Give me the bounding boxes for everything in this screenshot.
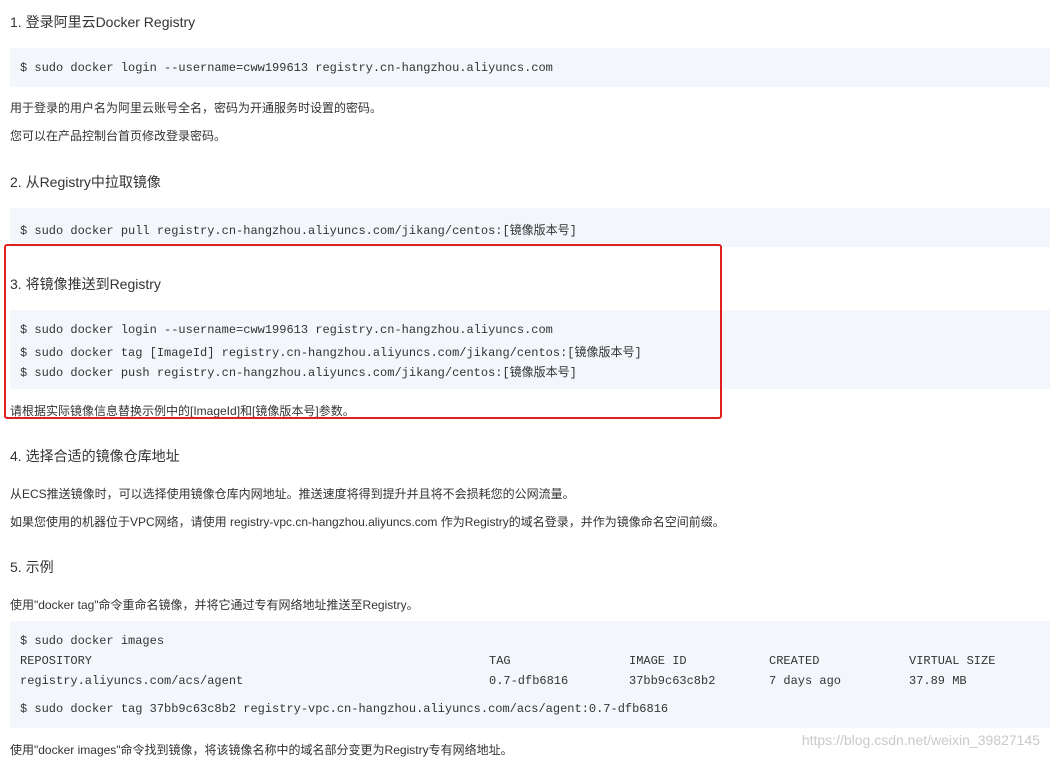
section-1-heading: 1. 登录阿里云Docker Registry bbox=[10, 14, 196, 30]
section-5-intro: 使用"docker tag"命令重命名镜像，并将它通过专有网络地址推送至Regi… bbox=[10, 598, 419, 612]
table-cell-repository: registry.aliyuncs.com/acs/agent bbox=[20, 674, 244, 688]
table-cell-tag: 0.7-dfb6816 bbox=[489, 674, 569, 688]
section-4-note-vpc: 如果您使用的机器位于VPC网络，请使用 registry-vpc.cn-hang… bbox=[10, 515, 725, 529]
section-4-heading: 4. 选择合适的镜像仓库地址 bbox=[10, 448, 180, 464]
section-4-note-ecs: 从ECS推送镜像时，可以选择使用镜像仓库内网地址。推送速度将得到提升并且将不会损… bbox=[10, 487, 575, 501]
code-line[interactable]: $ sudo docker login --username=cww199613… bbox=[20, 323, 553, 337]
column-header-created: CREATED bbox=[769, 654, 820, 668]
section-5-code-block[interactable]: $ sudo docker images REPOSITORY TAG IMAG… bbox=[10, 621, 1050, 728]
section-1-note-password: 您可以在产品控制台首页修改登录密码。 bbox=[10, 129, 227, 143]
section-3-note: 请根据实际镜像信息替换示例中的[ImageId]和[镜像版本号]参数。 bbox=[10, 404, 355, 418]
section-2-code-block[interactable]: $ sudo docker pull registry.cn-hangzhou.… bbox=[10, 208, 1050, 247]
section-5-outro: 使用"docker images"命令找到镜像，将该镜像名称中的域名部分变更为R… bbox=[10, 743, 513, 757]
code-line[interactable]: $ sudo docker tag 37bb9c63c8b2 registry-… bbox=[20, 702, 668, 716]
csdn-watermark: https://blog.csdn.net/weixin_39827145 bbox=[801, 732, 1040, 748]
code-line[interactable]: $ sudo docker push registry.cn-hangzhou.… bbox=[20, 363, 577, 380]
section-3-heading: 3. 将镜像推送到Registry bbox=[10, 276, 161, 292]
column-header-virtual-size: VIRTUAL SIZE bbox=[909, 654, 996, 668]
table-cell-created: 7 days ago bbox=[769, 674, 842, 688]
column-header-repository: REPOSITORY bbox=[20, 654, 93, 668]
docker-registry-guide: 1. 登录阿里云Docker Registry $ sudo docker lo… bbox=[0, 0, 1050, 757]
column-header-tag: TAG bbox=[489, 654, 511, 668]
code-line[interactable]: $ sudo docker tag [ImageId] registry.cn-… bbox=[20, 343, 642, 360]
table-cell-image-id: 37bb9c63c8b2 bbox=[629, 674, 716, 688]
section-1-code-block[interactable]: $ sudo docker login --username=cww199613… bbox=[10, 48, 1050, 87]
section-1-note-username: 用于登录的用户名为阿里云账号全名，密码为开通服务时设置的密码。 bbox=[10, 101, 383, 115]
table-cell-virtual-size: 37.89 MB bbox=[909, 674, 967, 688]
code-line[interactable]: $ sudo docker pull registry.cn-hangzhou.… bbox=[20, 221, 577, 238]
section-3-code-block[interactable]: $ sudo docker login --username=cww199613… bbox=[10, 310, 1050, 389]
code-line[interactable]: $ sudo docker images bbox=[20, 634, 164, 648]
section-5-heading: 5. 示例 bbox=[10, 559, 54, 575]
code-line[interactable]: $ sudo docker login --username=cww199613… bbox=[20, 61, 553, 75]
column-header-image-id: IMAGE ID bbox=[629, 654, 687, 668]
section-2-heading: 2. 从Registry中拉取镜像 bbox=[10, 174, 161, 190]
